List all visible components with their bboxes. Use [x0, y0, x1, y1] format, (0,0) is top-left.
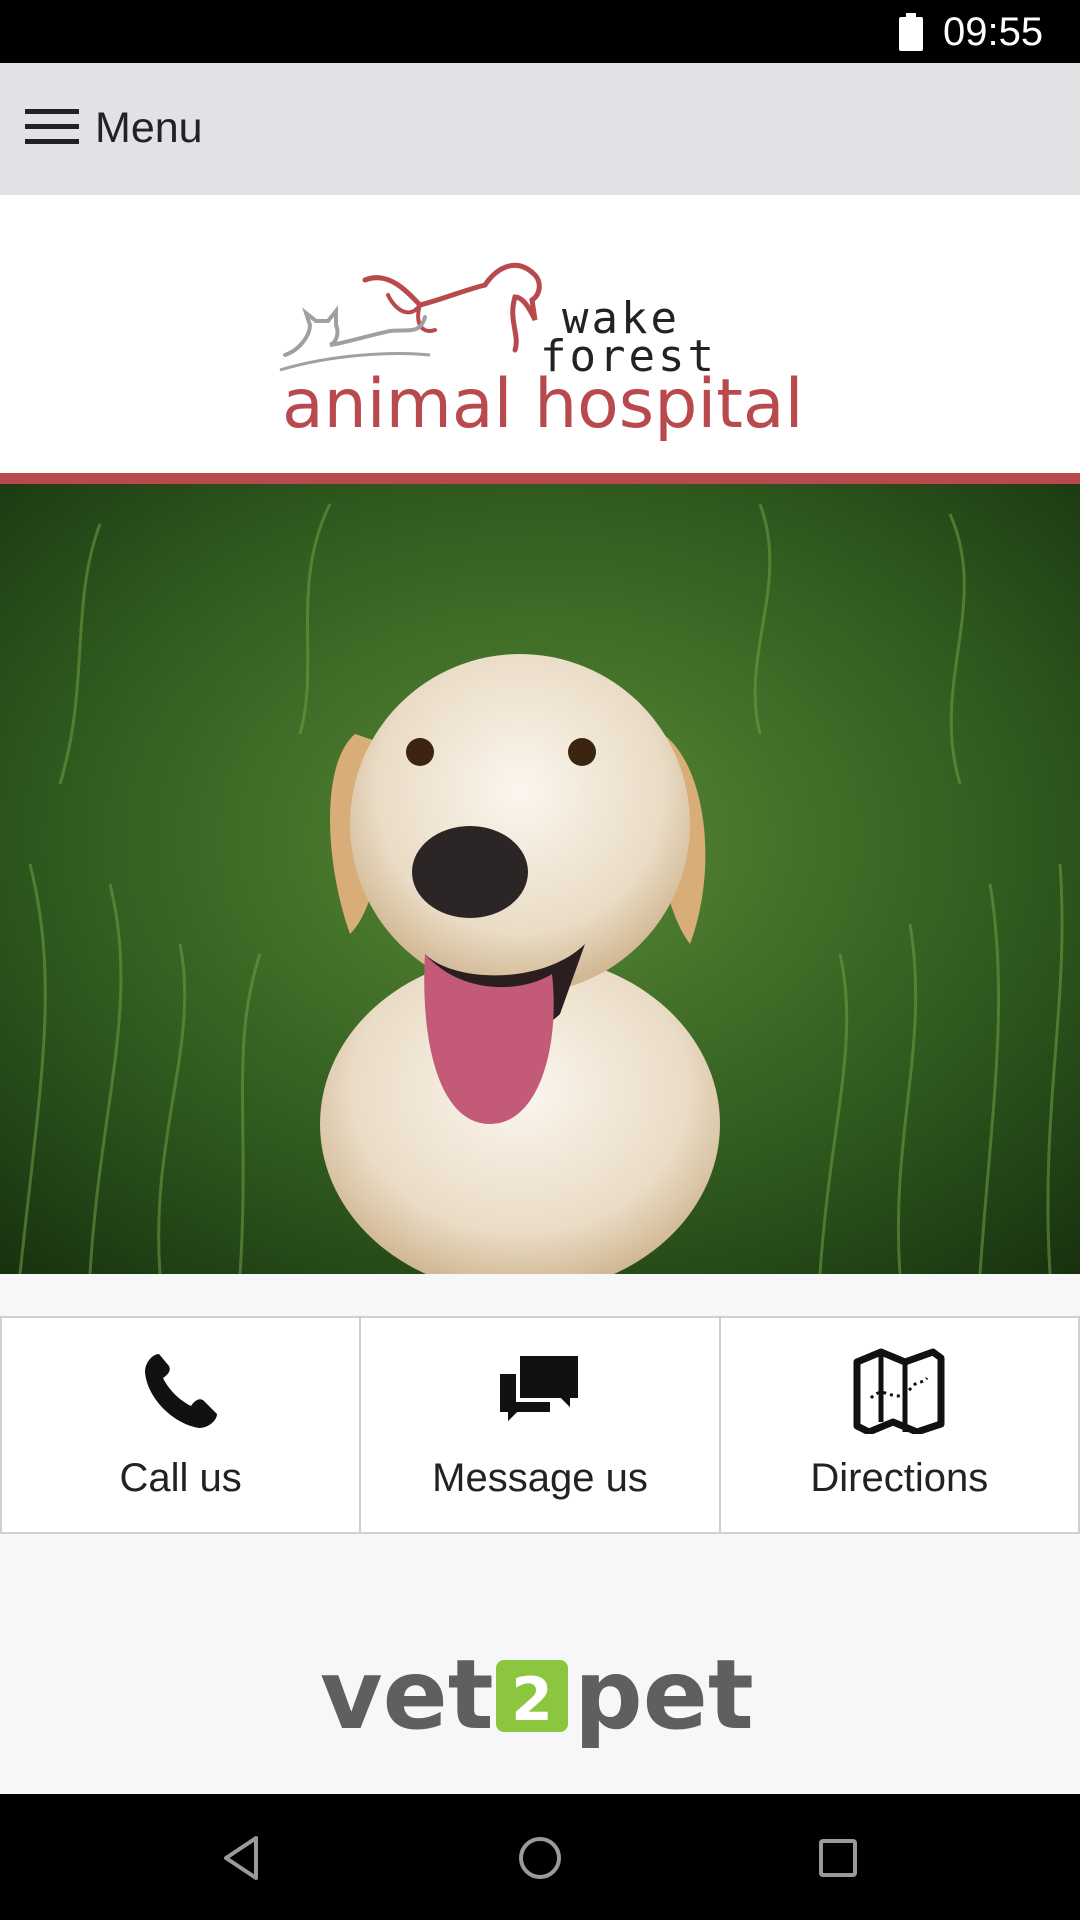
directions-button[interactable]: Directions: [721, 1318, 1078, 1532]
vet2pet-logo: vet 2 pet: [320, 1639, 760, 1765]
menu-bar[interactable]: Menu: [0, 63, 1080, 195]
battery-icon: [899, 13, 923, 51]
hero-dog-photo: [0, 484, 1080, 1274]
message-us-button[interactable]: Message us: [361, 1318, 721, 1532]
hospital-logo: wake forest animal hospital: [279, 262, 804, 444]
message-us-label: Message us: [432, 1456, 648, 1500]
home-icon[interactable]: [512, 1830, 568, 1886]
contact-actions: Call us Message us Directions: [0, 1316, 1080, 1534]
logo-word-animal-hospital: animal hospital: [282, 365, 804, 444]
clock: 09:55: [943, 10, 1044, 54]
call-us-button[interactable]: Call us: [2, 1318, 362, 1532]
vet2pet-two: 2: [511, 1665, 553, 1735]
system-nav-bar: [0, 1794, 1080, 1920]
vet2pet-vet: vet: [320, 1640, 494, 1751]
call-us-label: Call us: [119, 1456, 242, 1500]
status-bar: 09:55: [0, 0, 1080, 63]
directions-label: Directions: [810, 1456, 989, 1500]
recents-icon[interactable]: [810, 1830, 866, 1886]
logo-area: wake forest animal hospital: [0, 195, 1080, 473]
chat-bubbles-icon: [495, 1352, 582, 1431]
phone-icon: [144, 1354, 217, 1428]
vet2pet-pet: pet: [574, 1640, 754, 1751]
map-icon: [853, 1348, 945, 1434]
brand-rule: [0, 473, 1080, 484]
back-icon[interactable]: [214, 1830, 270, 1886]
hamburger-icon[interactable]: [25, 107, 79, 147]
menu-label[interactable]: Menu: [95, 103, 203, 153]
